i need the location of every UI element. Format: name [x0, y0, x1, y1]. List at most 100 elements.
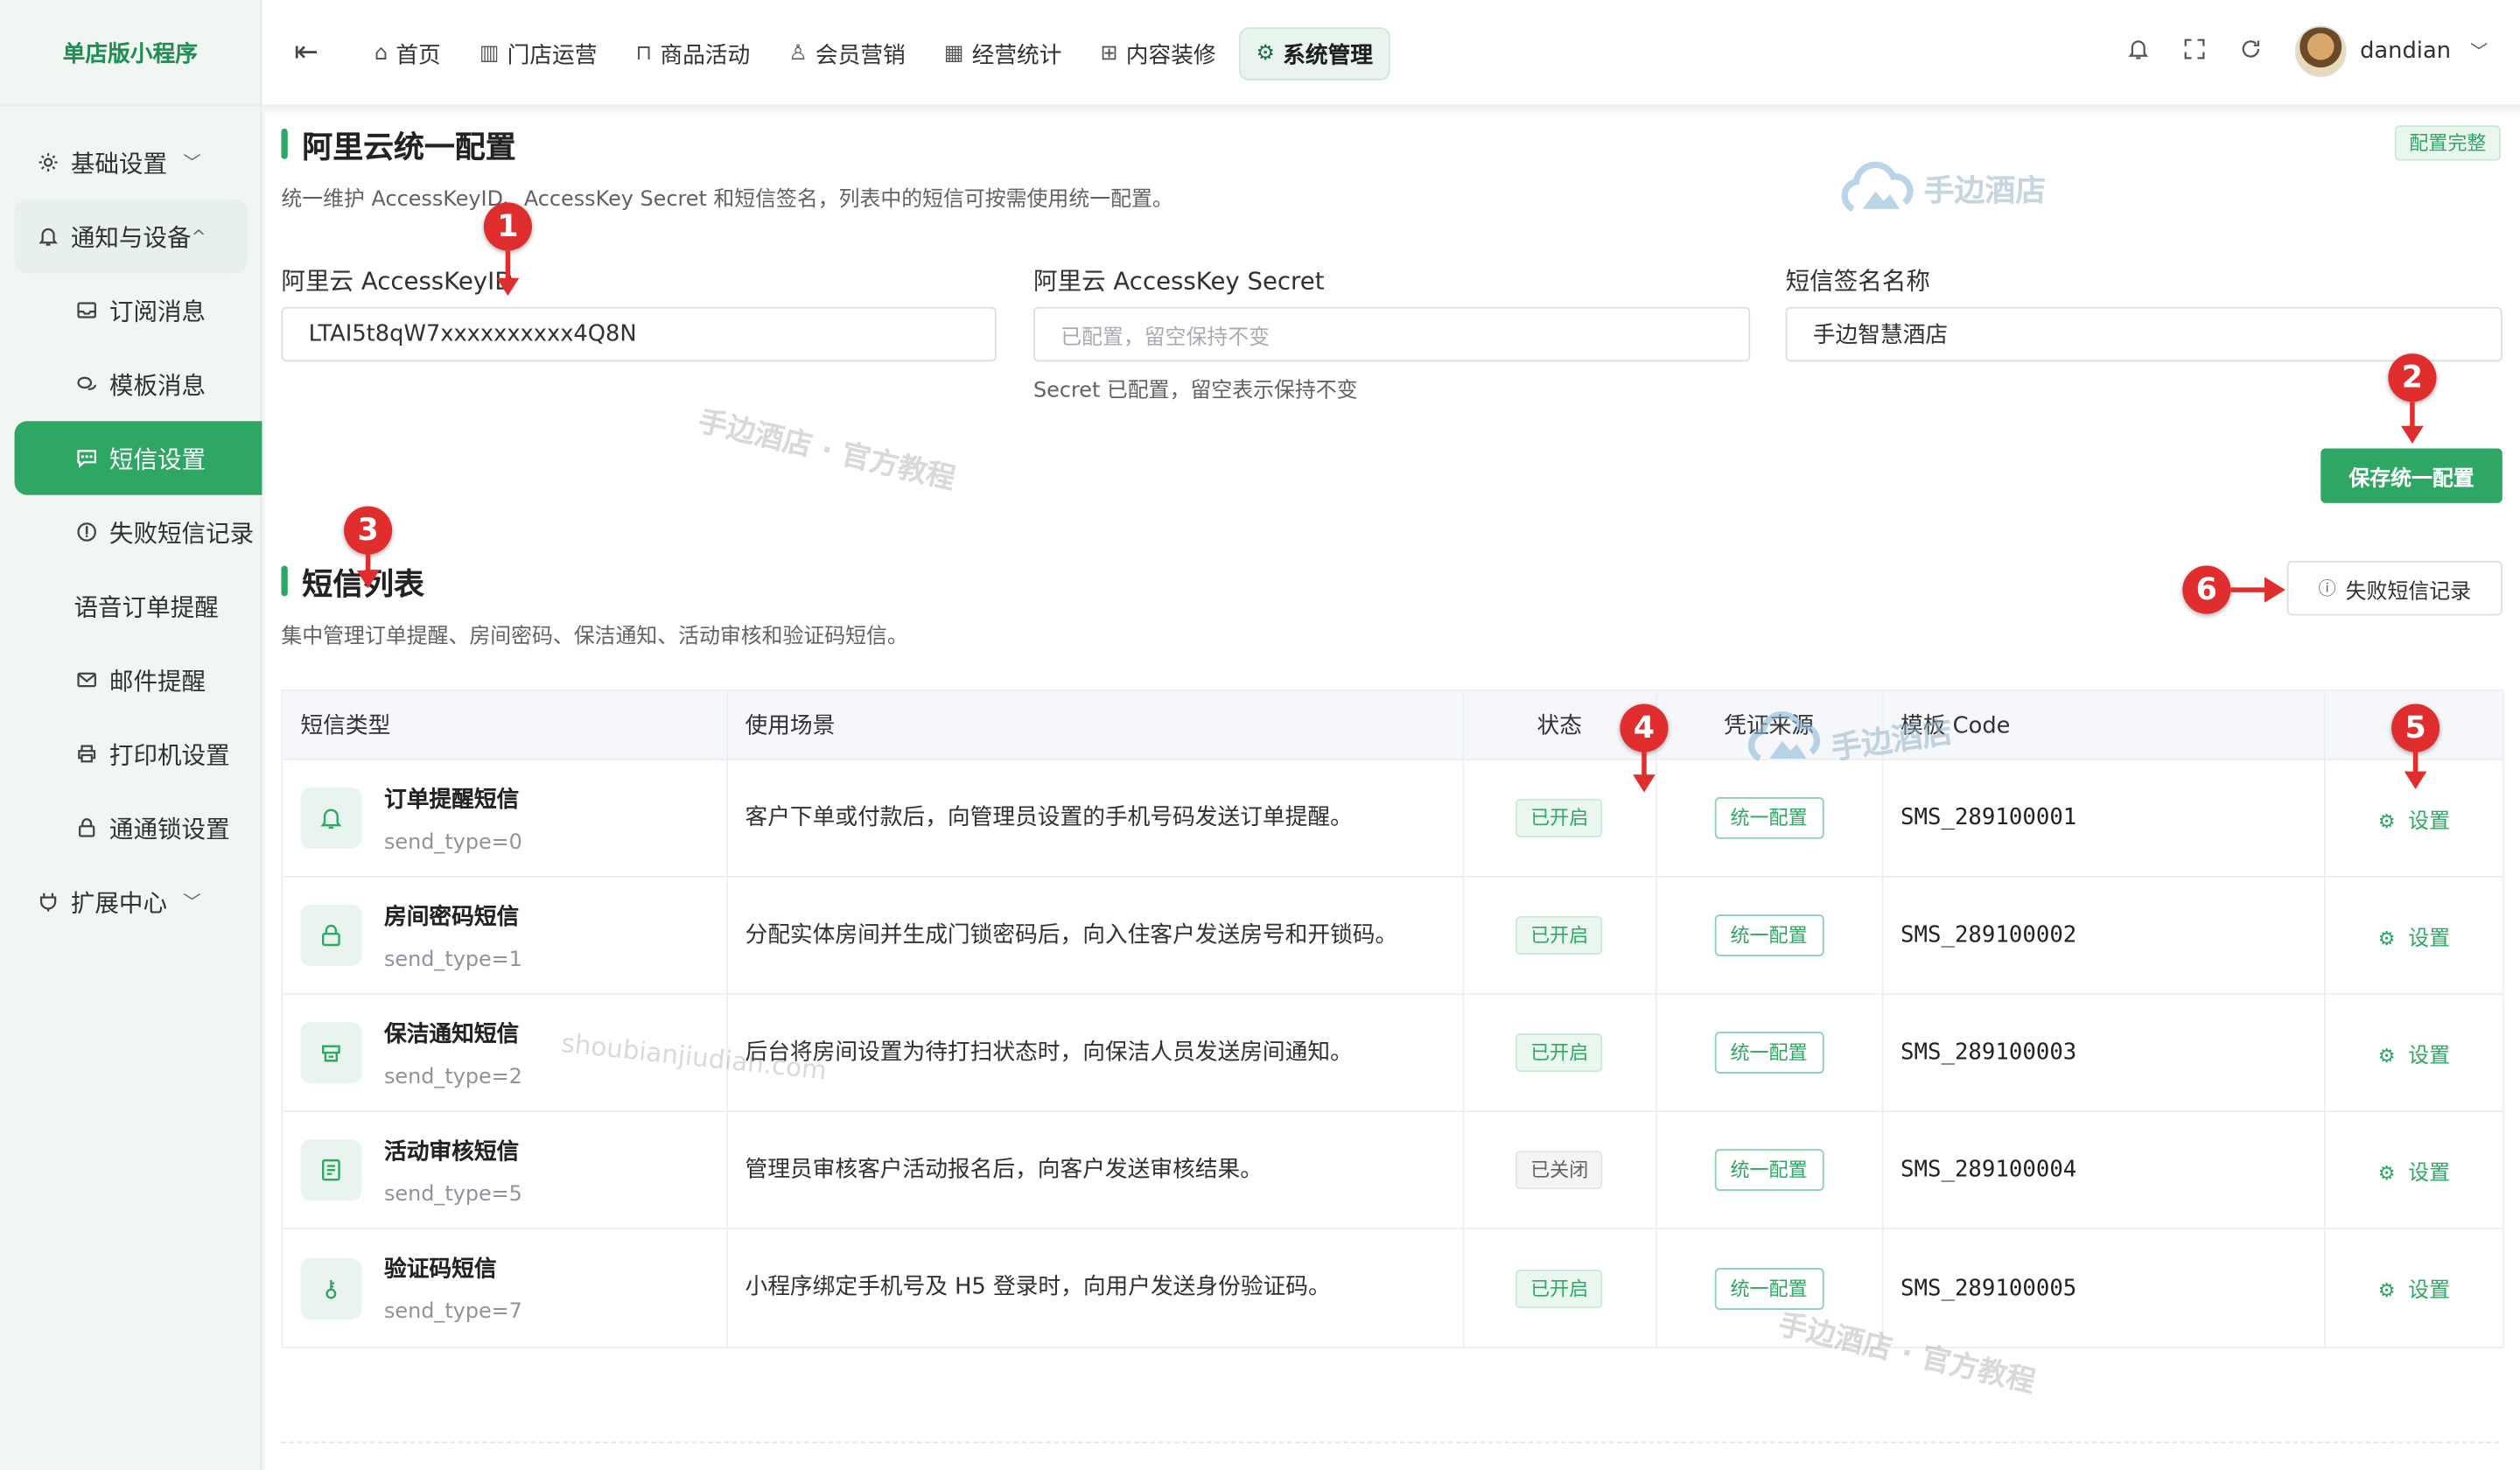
chart-icon: ▦: [943, 41, 964, 66]
cell-action: ⚙ 设置: [2326, 1112, 2502, 1228]
bell-icon: [35, 223, 60, 248]
cell-code: SMS_289100005: [1883, 1229, 2327, 1348]
table-body: 订单提醒短信 send_type=0 客户下单或付款后，向管理员设置的手机号码发送订…: [283, 760, 2502, 1348]
sms-list-desc: 集中管理订单提醒、房间密码、保洁通知、活动审核和验证码短信。: [281, 625, 908, 650]
scene-text: 管理员审核客户活动报名后，向客户发送审核结果。: [745, 1156, 1263, 1182]
col-code: 模板 Code: [1883, 690, 2327, 759]
annotation-arrow-6: [2230, 577, 2286, 603]
nav-label: 门店运营: [507, 42, 598, 69]
scene-text: 小程序绑定手机号及 H5 登录时，向用户发送身份验证码。: [745, 1274, 1331, 1300]
failed-sms-log-button[interactable]: ⓘ 失败短信记录: [2286, 561, 2502, 616]
annotation-arrow-3: [356, 552, 380, 589]
top-nav: ⌂ 首页 ▥ 门店运营 ⊓ 商品活动 ♙ 会员营销 ▦ 经营统计 ⊞ 内容装修 ⚙ 系统管理: [359, 27, 1391, 80]
sms-name: 房间密码短信: [383, 904, 520, 930]
cell-scene: 管理员审核客户活动报名后，向客户发送审核结果。: [727, 1112, 1465, 1228]
sidebar-item-mail[interactable]: 邮件提醒: [0, 643, 262, 717]
settings-label: 设置: [2408, 1161, 2451, 1186]
chevron-down-icon[interactable]: ﹀: [2470, 38, 2488, 64]
sidebar-item-label: 失败短信记录: [108, 518, 255, 548]
nav-system-manage[interactable]: ⚙ 系统管理: [1238, 27, 1391, 80]
refresh-icon[interactable]: [2239, 36, 2264, 66]
nav-statistics[interactable]: ▦ 经营统计: [928, 27, 1077, 80]
sms-name: 保洁通知短信: [383, 1021, 520, 1047]
gear-icon: ⚙: [2377, 926, 2396, 949]
sidebar-item-ttlock[interactable]: 通通锁设置: [0, 791, 262, 864]
status-badge: 已开启: [1516, 1033, 1603, 1073]
sidebar-item-label: 通知与设备: [70, 222, 192, 252]
template-code: SMS_289100005: [1900, 1275, 2077, 1301]
cell-code: SMS_289100002: [1883, 877, 2327, 994]
notification-bell-icon[interactable]: [2127, 36, 2152, 66]
settings-label: 设置: [2408, 1279, 2451, 1304]
nav-store-ops[interactable]: ▥ 门店运营: [463, 27, 612, 80]
collapse-menu-icon[interactable]: ⇤: [294, 35, 318, 69]
sms-name: 订单提醒短信: [383, 787, 520, 813]
annotation-arrow-2: [2401, 402, 2424, 444]
gear-icon: ⚙: [2377, 1043, 2396, 1067]
aliyun-section-title: 阿里云统一配置: [281, 123, 516, 167]
username[interactable]: dandian: [2360, 38, 2451, 64]
chat-icon: [74, 371, 99, 396]
settings-button[interactable]: ⚙ 设置: [2378, 920, 2450, 951]
table-row: 活动审核短信 send_type=5 管理员审核客户活动报名后，向客户发送审核结果。…: [283, 1112, 2502, 1230]
nav-home[interactable]: ⌂ 首页: [359, 27, 458, 80]
annotation-arrow-1: [496, 250, 520, 296]
sidebar-item-template[interactable]: 模板消息: [0, 347, 262, 421]
cell-type: 活动审核短信 send_type=5: [283, 1112, 728, 1228]
printer-icon: [74, 741, 99, 766]
sidebar-item-sms-settings[interactable]: 短信设置: [14, 421, 262, 495]
inbox-icon: [74, 298, 99, 323]
sms-sign-input[interactable]: 手边智慧酒店: [1785, 306, 2502, 362]
save-unified-config-button[interactable]: 保存统一配置: [2320, 448, 2502, 503]
template-code: SMS_289100004: [1900, 1157, 2077, 1183]
divider: [281, 1441, 2500, 1444]
source-badge: 统一配置: [1714, 797, 1824, 839]
bell-icon: [300, 788, 362, 849]
info-icon: [74, 519, 99, 544]
settings-button[interactable]: ⚙ 设置: [2378, 1038, 2450, 1068]
settings-button[interactable]: ⚙ 设置: [2378, 802, 2450, 834]
broom-icon: [300, 1022, 362, 1083]
cell-status: 已关闭: [1464, 1112, 1657, 1228]
settings-button[interactable]: ⚙ 设置: [2378, 1273, 2450, 1304]
settings-label: 设置: [2408, 1043, 2451, 1068]
cell-action: ⚙ 设置: [2326, 1229, 2502, 1347]
cell-scene: 客户下单或付款后，向管理员设置的手机号码发送订单提醒。: [727, 760, 1465, 877]
document-icon: [300, 1139, 362, 1201]
status-badge: 已开启: [1516, 915, 1603, 956]
sidebar-item-voice[interactable]: 语音订单提醒: [0, 569, 262, 642]
sms-name: 活动审核短信: [383, 1138, 520, 1165]
avatar[interactable]: [2295, 25, 2348, 78]
annotation-marker-2: 2: [2388, 354, 2437, 402]
nav-label: 首页: [396, 42, 441, 69]
cell-status: 已开启: [1464, 1229, 1657, 1348]
top-bar: ⇤ ⌂ 首页 ▥ 门店运营 ⊓ 商品活动 ♙ 会员营销 ▦ 经营统计 ⊞ 内容装修 ⚙ 系统管…: [262, 0, 2520, 107]
cell-type: 保洁通知短信 send_type=2: [283, 994, 728, 1111]
sidebar-item-label: 语音订单提醒: [74, 592, 219, 621]
sidebar-item-label: 打印机设置: [108, 739, 230, 769]
sidebar-item-subscribe[interactable]: 订阅消息: [0, 273, 262, 346]
sidebar-item-label: 模板消息: [108, 370, 206, 400]
annotation-marker-4: 4: [1620, 704, 1669, 752]
lock-icon: [300, 905, 362, 966]
nav-member-marketing[interactable]: ♙ 会员营销: [773, 27, 921, 80]
nav-content-decor[interactable]: ⊞ 内容装修: [1084, 27, 1232, 80]
access-key-id-input[interactable]: LTAI5t8qW7xxxxxxxxxx4Q8N: [281, 306, 997, 362]
sidebar-item-extension[interactable]: 扩展中心 ﹀: [0, 864, 262, 938]
sidebar-item-failed-sms[interactable]: 失败短信记录: [0, 495, 262, 569]
mail-icon: [74, 667, 99, 692]
access-key-secret-input[interactable]: 已配置，留空保持不变: [1033, 306, 1751, 362]
status-badge: 已开启: [1516, 1269, 1603, 1308]
nav-product-activity[interactable]: ⊓ 商品活动: [620, 27, 766, 80]
fullscreen-icon[interactable]: [2183, 36, 2208, 66]
cell-type: 房间密码短信 send_type=1: [283, 877, 728, 994]
cell-code: SMS_289100004: [1883, 1112, 2327, 1228]
scene-text: 分配实体房间并生成门锁密码后，向入住客户发送房号和开锁码。: [745, 921, 1398, 948]
source-badge: 统一配置: [1714, 914, 1824, 956]
source-badge: 统一配置: [1714, 1032, 1824, 1074]
sidebar-item-notify-devices[interactable]: 通知与设备 ^: [14, 199, 248, 274]
chevron-down-icon: ﹀: [183, 152, 201, 174]
sidebar-item-printer[interactable]: 打印机设置: [0, 717, 262, 790]
sidebar-item-basic-settings[interactable]: 基础设置 ﹀: [0, 125, 262, 199]
settings-button[interactable]: ⚙ 设置: [2378, 1155, 2450, 1186]
